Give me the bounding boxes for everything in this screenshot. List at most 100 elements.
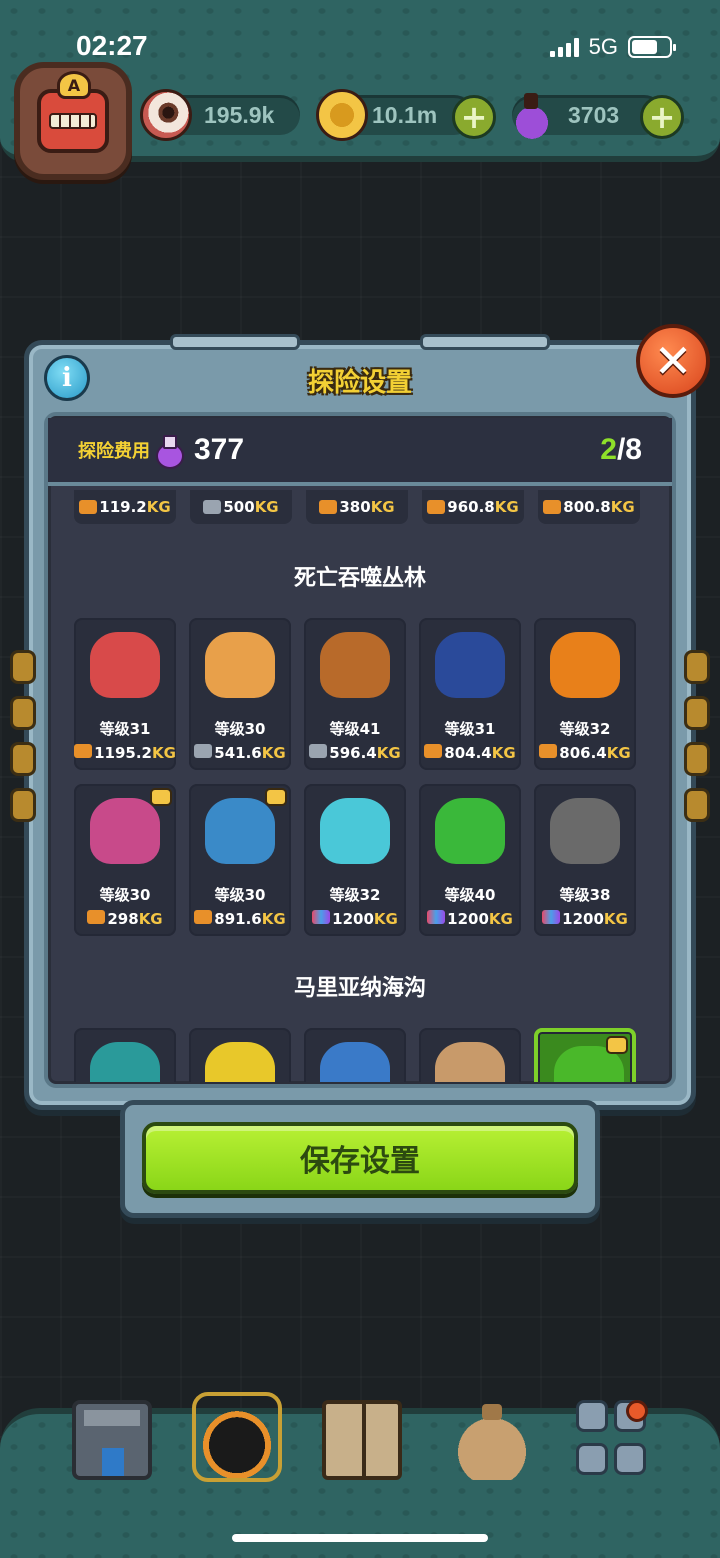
frame-bolt (10, 742, 36, 776)
weight-value: 891.6 (214, 910, 262, 928)
weight-tag-icon (194, 744, 213, 758)
creature-card[interactable]: 等级38 1200KG (534, 784, 636, 936)
creature-weight: 1200KG (419, 910, 521, 928)
creature-weight-cell[interactable]: 500 KG (190, 490, 292, 524)
weight-tag-icon (542, 910, 561, 924)
nav-monster-icon[interactable] (192, 1392, 282, 1482)
home-indicator[interactable] (232, 1534, 488, 1542)
info-button[interactable]: i (44, 355, 90, 401)
creature-icon (320, 798, 390, 864)
weight-value: 1200 (447, 910, 489, 928)
creature-level: 等级30 (99, 886, 151, 904)
creature-grid (74, 1028, 636, 1082)
weight-value: 500 (223, 498, 255, 516)
creature-level: 等级31 (444, 720, 496, 738)
weight-unit: KG (370, 498, 395, 516)
creature-scroll-area[interactable]: 119.2 KG 500 KG 380 KG 960.8 KG 800.8 KG 死亡吞噬丛林 等… (52, 490, 668, 1082)
weight-value: 806.4 (559, 744, 607, 762)
weight-tag-icon (427, 500, 446, 514)
coin-icon (316, 89, 368, 141)
cost-label: 探险费用 (78, 441, 150, 462)
creature-level: 等级40 (444, 886, 496, 904)
weight-unit: KG (151, 744, 176, 762)
creature-icon (90, 1042, 160, 1082)
creature-weight-cell[interactable]: 800.8 KG (538, 490, 640, 524)
creature-card[interactable]: 等级32 806.4KG (534, 618, 636, 770)
weight-unit: KG (373, 910, 398, 928)
creature-weight: 804.4KG (419, 744, 521, 762)
eye-icon (140, 89, 192, 141)
close-button[interactable]: ✕ (636, 324, 710, 398)
previous-region-row: 119.2 KG 500 KG 380 KG 960.8 KG 800.8 KG (74, 490, 640, 524)
weight-tag-icon (194, 910, 213, 924)
add-coins-button[interactable]: + (452, 95, 496, 139)
save-settings-button[interactable]: 保存设置 (142, 1122, 578, 1194)
battery-icon (628, 36, 676, 58)
weight-value: 596.4 (329, 744, 377, 762)
creature-level: 等级30 (214, 720, 266, 738)
weight-unit: KG (254, 498, 279, 516)
eyes-value: 195.9k (204, 101, 275, 128)
creature-card[interactable]: 等级40 1200KG (419, 784, 521, 936)
weight-unit: KG (261, 910, 286, 928)
weight-tag-icon (427, 910, 446, 924)
potions-value: 3703 (568, 101, 620, 128)
expedition-cost-bar: 探险费用 377 2/8 (48, 418, 672, 486)
avatar-monster-icon: A (37, 71, 109, 153)
nav-bag-icon[interactable] (452, 1400, 532, 1480)
weight-unit: KG (138, 910, 163, 928)
player-avatar[interactable]: A (14, 62, 132, 180)
network-label: 5G (588, 34, 618, 59)
creature-weight-cell[interactable]: 119.2 KG (74, 490, 176, 524)
add-potions-button[interactable]: + (640, 95, 684, 139)
creature-card[interactable]: 等级30 891.6KG (189, 784, 291, 936)
creature-icon (320, 632, 390, 698)
dialog-title: 探险设置 (307, 368, 412, 398)
weight-unit: KG (146, 498, 171, 516)
creature-card[interactable]: 等级30 541.6KG (189, 618, 291, 770)
creature-icon (205, 632, 275, 698)
monster-badge-icon (150, 788, 172, 806)
creature-card[interactable]: 等级41 596.4KG (304, 618, 406, 770)
nav-book-icon[interactable] (322, 1400, 402, 1480)
weight-unit: KG (610, 498, 635, 516)
weight-value: 541.6 (214, 744, 262, 762)
creature-icon (205, 798, 275, 864)
creature-weight: 891.6KG (189, 910, 291, 928)
creature-card[interactable]: 等级31 1195.2KG (74, 618, 176, 770)
notification-dot (626, 1400, 648, 1422)
creature-card[interactable] (304, 1028, 406, 1082)
weight-tag-icon (539, 744, 558, 758)
creature-icon (550, 632, 620, 698)
weight-value: 1195.2 (94, 744, 152, 762)
creature-weight-cell[interactable]: 380 KG (306, 490, 408, 524)
nav-shop-icon[interactable] (72, 1400, 152, 1480)
region-title: 死亡吞噬丛林 (293, 566, 426, 591)
creature-card[interactable] (419, 1028, 521, 1082)
creature-level: 等级31 (99, 720, 151, 738)
creature-card[interactable] (534, 1028, 636, 1082)
frame-bolt (10, 696, 36, 730)
weight-unit: KG (603, 910, 628, 928)
status-icons: 5G (549, 34, 676, 60)
creature-card[interactable]: 等级31 804.4KG (419, 618, 521, 770)
weight-unit: KG (491, 744, 516, 762)
weight-tag-icon (319, 500, 338, 514)
weight-value: 804.4 (444, 744, 492, 762)
creature-weight: 1200KG (304, 910, 406, 928)
creature-card[interactable] (74, 1028, 176, 1082)
weight-value: 380 (339, 498, 371, 516)
slots-used: 2 (600, 433, 617, 466)
frame-bolt (684, 650, 710, 684)
creature-icon (550, 798, 620, 864)
creature-card[interactable] (189, 1028, 291, 1082)
creature-weight-cell[interactable]: 960.8 KG (422, 490, 524, 524)
creature-card[interactable]: 等级32 1200KG (304, 784, 406, 936)
creature-card[interactable]: 等级30 298KG (74, 784, 176, 936)
frame-bolt (684, 742, 710, 776)
weight-unit: KG (261, 744, 286, 762)
monster-badge-icon (606, 1036, 628, 1054)
resource-eyes: 195.9k (140, 89, 300, 141)
slots-total: /8 (616, 433, 642, 466)
weight-value: 298 (107, 910, 139, 928)
